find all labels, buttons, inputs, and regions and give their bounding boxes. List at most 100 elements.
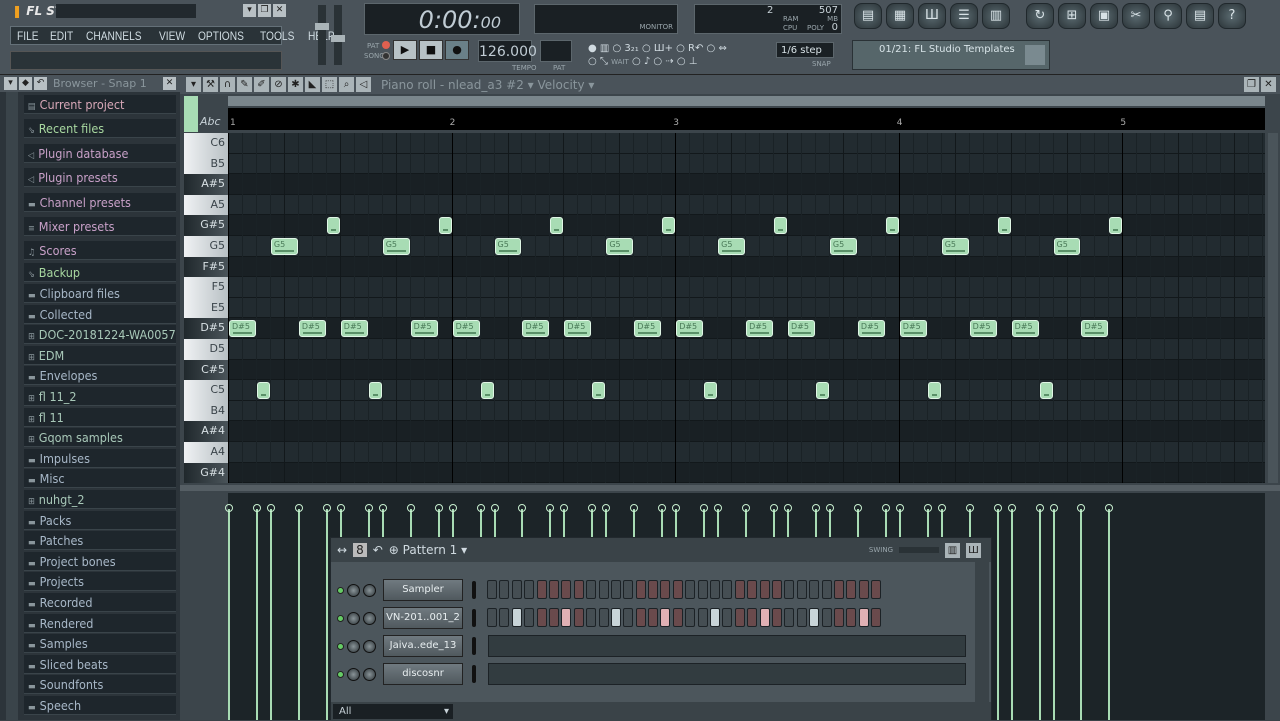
- note-gsharp5[interactable]: [997, 216, 1011, 234]
- step-button[interactable]: [833, 608, 844, 627]
- browser-item[interactable]: ⇘ Recent files: [24, 119, 176, 139]
- step-button[interactable]: [487, 580, 497, 599]
- metronome-toggle[interactable]: ● ▥ ○ 3₂₁ ○ Ш+ ○ R↶ ○ ⇔: [588, 43, 727, 54]
- note-gsharp5[interactable]: [326, 216, 340, 234]
- piano-roll-button[interactable]: Ш: [918, 3, 946, 29]
- step-button[interactable]: [697, 608, 708, 627]
- velocity-handle[interactable]: [965, 504, 974, 512]
- piano-key[interactable]: C6: [184, 133, 228, 154]
- velocity-bar[interactable]: [1010, 509, 1013, 720]
- step-button[interactable]: [796, 608, 807, 627]
- velocity-handle[interactable]: [811, 504, 820, 512]
- browser-item[interactable]: ▬ Sliced beats: [24, 654, 176, 674]
- piano-key[interactable]: B4: [184, 400, 228, 422]
- step-button[interactable]: [710, 608, 721, 627]
- step-button[interactable]: [536, 608, 547, 627]
- velocity-bar[interactable]: [297, 509, 300, 720]
- time-display[interactable]: 0:00:00: [364, 3, 520, 35]
- save-new-button[interactable]: ⊞: [1058, 3, 1086, 29]
- pat-mode-radio[interactable]: [382, 41, 390, 49]
- velocity-handle[interactable]: [1007, 504, 1016, 512]
- step-button[interactable]: [487, 608, 497, 627]
- step-button[interactable]: [846, 608, 857, 627]
- note-color-swatch[interactable]: [184, 96, 198, 132]
- pan-knob[interactable]: [347, 639, 360, 653]
- channel-select-indicator[interactable]: [472, 609, 476, 627]
- step-button[interactable]: [524, 608, 535, 627]
- step-button[interactable]: [710, 580, 721, 599]
- velocity-handle[interactable]: [336, 504, 345, 512]
- wrench-icon[interactable]: ⚒: [203, 77, 218, 92]
- note-dsharp5[interactable]: D#5: [746, 319, 773, 337]
- step-button[interactable]: [672, 580, 683, 599]
- piano-key[interactable]: G5: [184, 236, 228, 257]
- velocity-handle[interactable]: [742, 504, 751, 512]
- browser-item[interactable]: ▤ Current project: [24, 95, 176, 114]
- velocity-handle[interactable]: [225, 504, 233, 512]
- browser-item[interactable]: ▬ Channel presets: [24, 192, 176, 212]
- note-gsharp5[interactable]: [550, 216, 564, 234]
- piano-key[interactable]: D5: [184, 339, 228, 360]
- browser-item[interactable]: ▬ Project bones: [24, 551, 176, 571]
- velocity-handle[interactable]: [853, 504, 862, 512]
- step-button[interactable]: [821, 580, 832, 599]
- browser-item[interactable]: ▬ Impulses: [24, 448, 176, 468]
- piano-key[interactable]: F5: [184, 277, 228, 298]
- stop-button[interactable]: ■: [419, 40, 443, 60]
- note-dsharp5[interactable]: D#5: [229, 319, 256, 337]
- step-button[interactable]: [623, 608, 634, 627]
- playlist-button[interactable]: ▤: [854, 3, 882, 29]
- piano-key[interactable]: A#5: [184, 174, 228, 195]
- velocity-handle[interactable]: [923, 504, 932, 512]
- browser-item[interactable]: ⊞ Gqom samples: [24, 428, 176, 448]
- browser-button[interactable]: ☰: [950, 3, 978, 29]
- step-button[interactable]: [610, 608, 621, 627]
- step-button[interactable]: [573, 580, 584, 599]
- note-gsharp5[interactable]: [662, 216, 676, 234]
- resize-icon[interactable]: ↔: [337, 543, 347, 557]
- project-info-button[interactable]: ▤: [1186, 3, 1214, 29]
- channel-name-button[interactable]: Sampler: [383, 579, 463, 601]
- step-button[interactable]: [561, 608, 572, 627]
- piano-key[interactable]: G#5: [184, 215, 228, 236]
- note-dsharp5[interactable]: D#5: [969, 319, 997, 337]
- velocity-handle[interactable]: [546, 504, 555, 512]
- undo-button[interactable]: ↻: [1026, 3, 1054, 29]
- volume-knob[interactable]: [363, 639, 376, 653]
- brush-icon[interactable]: ✐: [254, 77, 269, 92]
- velocity-bar[interactable]: [228, 509, 230, 720]
- template-selector[interactable]: 01/21: FL Studio Templates: [852, 40, 1050, 70]
- piano-roll-preview[interactable]: [488, 663, 966, 685]
- step-button[interactable]: [586, 608, 597, 627]
- note-dsharp5[interactable]: D#5: [298, 319, 326, 337]
- note-gsharp5[interactable]: [438, 216, 452, 234]
- browser-item[interactable]: ▬ Soundfonts: [24, 675, 176, 695]
- mute-icon[interactable]: ✱: [288, 77, 303, 92]
- velocity-handle[interactable]: [937, 504, 946, 512]
- vertical-scrollbar[interactable]: [1268, 133, 1278, 483]
- pan-knob[interactable]: [347, 667, 360, 681]
- event-editor-splitter[interactable]: [180, 485, 1280, 491]
- velocity-handle[interactable]: [364, 504, 373, 512]
- browser-item[interactable]: ⊞ DOC-20181224-WA0057: [24, 325, 176, 345]
- piano-key[interactable]: E5: [184, 297, 228, 319]
- note-dsharp5[interactable]: D#5: [899, 319, 927, 337]
- slice-icon[interactable]: ◣: [305, 77, 320, 92]
- swing-slider[interactable]: [899, 547, 939, 553]
- step-button[interactable]: [759, 580, 770, 599]
- step-button[interactable]: [846, 580, 857, 599]
- keyboard-editor-icon[interactable]: Ш: [966, 542, 981, 558]
- restore-icon[interactable]: ❐: [258, 4, 271, 17]
- step-button[interactable]: [771, 608, 782, 627]
- step-button[interactable]: [747, 608, 758, 627]
- channel-select-indicator[interactable]: [472, 581, 476, 599]
- record-audio-button[interactable]: ⚲: [1154, 3, 1182, 29]
- step-button[interactable]: [561, 580, 572, 599]
- step-sequencer-button[interactable]: ▦: [886, 3, 914, 29]
- step-button[interactable]: [548, 608, 559, 627]
- browser-item[interactable]: ⊞ EDM: [24, 345, 176, 365]
- step-button[interactable]: [660, 608, 671, 627]
- step-button[interactable]: [796, 580, 807, 599]
- menu-icon[interactable]: ▾: [186, 77, 201, 92]
- download-icon[interactable]: [1025, 45, 1045, 65]
